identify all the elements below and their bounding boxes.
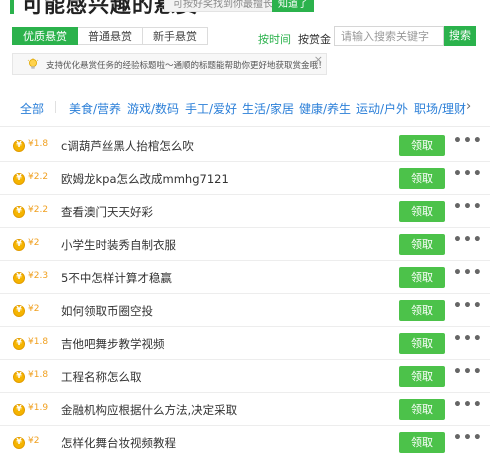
- coin-icon: [13, 371, 25, 383]
- list-item: ¥1.8 c调葫芦丝黑人抬棺怎么吹 领取 •••: [0, 129, 490, 162]
- list-item: ¥2 小学生时装秀自制衣服 领取 •••: [0, 228, 490, 261]
- more-icon[interactable]: •••: [453, 298, 483, 314]
- question-title[interactable]: 如何领取币圈空投: [61, 303, 153, 319]
- list-item: ¥1.9 金融机构应根据什么方法,决定采取 领取 •••: [0, 393, 490, 426]
- question-title[interactable]: c调葫芦丝黑人抬棺怎么吹: [61, 138, 194, 154]
- claim-button[interactable]: 领取: [399, 168, 445, 189]
- bounty-amount: ¥1.9: [28, 403, 49, 413]
- list-item: ¥2.2 查看澳门天天好彩 领取 •••: [0, 195, 490, 228]
- search-button[interactable]: 搜索: [444, 26, 476, 46]
- category-all[interactable]: 全部: [20, 100, 44, 117]
- category-life[interactable]: 生活/家居: [242, 100, 294, 117]
- bounty-amount: ¥2: [28, 436, 40, 446]
- claim-button[interactable]: 领取: [399, 432, 445, 453]
- question-title[interactable]: 5不中怎样计算才稳赢: [61, 270, 172, 286]
- question-title[interactable]: 金融机构应根据什么方法,决定采取: [61, 402, 237, 418]
- lightbulb-icon: [27, 58, 39, 69]
- more-icon[interactable]: •••: [453, 199, 483, 215]
- list-item: ¥2.2 欧姆龙kpa怎么改成mmhg7121 领取 •••: [0, 162, 490, 195]
- coin-icon: [13, 206, 25, 218]
- bounty-amount: ¥2.3: [28, 271, 49, 281]
- page-header: 可能感兴趣的悬赏 可按好奖找到你最擅长的悬赏 知道了: [0, 0, 500, 22]
- category-divider: [55, 101, 56, 113]
- category-health[interactable]: 健康/养生: [299, 100, 351, 117]
- coin-icon: [13, 272, 25, 284]
- tab-newbie-bounty[interactable]: 新手悬赏: [143, 27, 208, 45]
- question-title[interactable]: 小学生时装秀自制衣服: [61, 237, 176, 253]
- category-crafts[interactable]: 手工/爱好: [185, 100, 237, 117]
- claim-button[interactable]: 领取: [399, 366, 445, 387]
- bounty-amount: ¥2: [28, 304, 40, 314]
- bounty-amount: ¥1.8: [28, 370, 49, 380]
- divider: [0, 126, 490, 127]
- hint-dismiss-button[interactable]: 知道了: [272, 0, 314, 12]
- close-icon[interactable]: ×: [314, 53, 323, 66]
- claim-button[interactable]: 领取: [399, 333, 445, 354]
- coin-icon: [13, 173, 25, 185]
- more-icon[interactable]: •••: [453, 397, 483, 413]
- coin-icon: [13, 140, 25, 152]
- tab-premium-bounty[interactable]: 优质悬赏: [12, 27, 78, 45]
- bounty-amount: ¥2: [28, 238, 40, 248]
- question-title[interactable]: 查看澳门天天好彩: [61, 204, 153, 220]
- category-games[interactable]: 游戏/数码: [127, 100, 179, 117]
- sort-by-time-link[interactable]: 按时间: [258, 31, 291, 47]
- more-icon[interactable]: •••: [453, 265, 483, 281]
- more-icon[interactable]: •••: [453, 331, 483, 347]
- coin-icon: [13, 305, 25, 317]
- bounty-type-tabs: 优质悬赏 普通悬赏 新手悬赏: [12, 27, 208, 45]
- coin-icon: [13, 437, 25, 449]
- list-item: ¥2 怎样化舞台妆视频教程 领取 •••: [0, 426, 490, 456]
- category-nav: 全部 美食/营养 游戏/数码 手工/爱好 生活/家居 健康/养生 运动/户外 职…: [0, 96, 500, 118]
- question-title[interactable]: 欧姆龙kpa怎么改成mmhg7121: [61, 171, 229, 187]
- bounty-amount: ¥2.2: [28, 172, 49, 182]
- question-title[interactable]: 工程名称怎么取: [61, 369, 142, 385]
- list-item: ¥1.8 工程名称怎么取 领取 •••: [0, 360, 490, 393]
- chevron-right-icon[interactable]: ›: [466, 99, 471, 114]
- tip-text: 支持优化悬赏任务的经验标题啦～通顺的标题能帮助你更好地获取赏金哦！: [46, 61, 327, 71]
- tip-bar: 支持优化悬赏任务的经验标题啦～通顺的标题能帮助你更好地获取赏金哦！ ×: [12, 53, 327, 75]
- bounty-amount: ¥1.8: [28, 337, 49, 347]
- more-icon[interactable]: •••: [453, 133, 483, 149]
- category-food[interactable]: 美食/营养: [69, 100, 121, 117]
- question-title[interactable]: 怎样化舞台妆视频教程: [61, 435, 176, 451]
- sort-by-bounty-link[interactable]: 按赏金: [298, 31, 331, 47]
- more-icon[interactable]: •••: [453, 364, 483, 380]
- list-item: ¥2 如何领取币圈空投 领取 •••: [0, 294, 490, 327]
- more-icon[interactable]: •••: [453, 430, 483, 446]
- claim-button[interactable]: 领取: [399, 300, 445, 321]
- question-title[interactable]: 吉他吧舞步教学视频: [61, 336, 165, 352]
- claim-button[interactable]: 领取: [399, 399, 445, 420]
- claim-button[interactable]: 领取: [399, 135, 445, 156]
- coin-icon: [13, 404, 25, 416]
- bounty-amount: ¥2.2: [28, 205, 49, 215]
- list-item: ¥2.3 5不中怎样计算才稳赢 领取 •••: [0, 261, 490, 294]
- coin-icon: [13, 239, 25, 251]
- more-icon[interactable]: •••: [453, 232, 483, 248]
- claim-button[interactable]: 领取: [399, 267, 445, 288]
- category-career[interactable]: 职场/理财: [414, 100, 466, 117]
- coin-icon: [13, 338, 25, 350]
- title-accent-bar: [10, 0, 14, 14]
- bounty-amount: ¥1.8: [28, 139, 49, 149]
- category-sports[interactable]: 运动/户外: [356, 100, 408, 117]
- search-input[interactable]: [334, 26, 444, 46]
- tab-normal-bounty[interactable]: 普通悬赏: [78, 27, 143, 45]
- claim-button[interactable]: 领取: [399, 234, 445, 255]
- claim-button[interactable]: 领取: [399, 201, 445, 222]
- list-item: ¥1.8 吉他吧舞步教学视频 领取 •••: [0, 327, 490, 360]
- more-icon[interactable]: •••: [453, 166, 483, 182]
